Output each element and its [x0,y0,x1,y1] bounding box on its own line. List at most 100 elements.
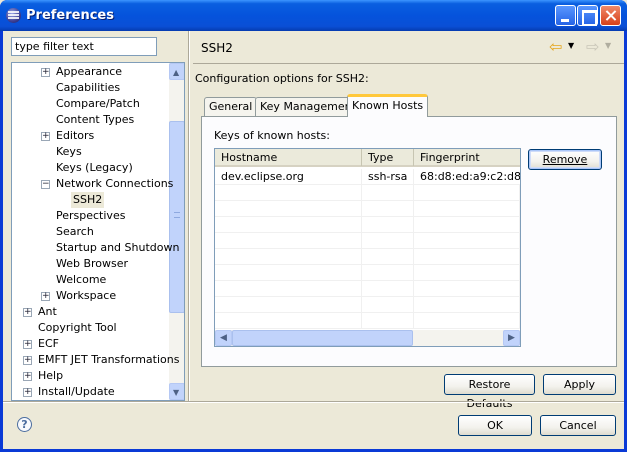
table-row[interactable]: dev.eclipse.org ssh-rsa 68:d8:ed:a9:c2:d… [215,169,520,185]
tree-expand-toggle[interactable]: − [41,180,50,189]
scroll-right-button[interactable]: ▶ [503,330,520,346]
help-icon[interactable]: ? [17,417,32,432]
table-cell-empty [414,217,520,233]
table-cell-empty [414,249,520,265]
tree-item[interactable]: EMFT JET Transformations [36,352,181,368]
tree-item[interactable]: Perspectives [54,208,127,224]
column-hostname[interactable]: Hostname [215,149,362,166]
table-cell-empty [215,313,362,329]
column-type[interactable]: Type [362,149,414,166]
table-cell-empty [215,185,362,201]
tree-item[interactable]: ECF [36,336,61,352]
chevron-right-icon: ▶ [508,333,515,343]
close-button[interactable] [600,5,621,26]
table-cell-empty [362,249,414,265]
chevron-up-icon: ▲ [173,68,180,77]
tree-item[interactable]: Welcome [54,272,108,288]
tree-item[interactable]: SSH2 [71,192,105,208]
tree-expand-toggle[interactable]: + [23,308,32,317]
tree-item[interactable]: Keys [54,144,84,160]
tree-item[interactable]: Startup and Shutdown [54,240,181,256]
preference-tree[interactable]: ▲ ▼ + Appearance Capabilities Compare/Patch… [11,62,185,401]
button-separator [3,401,624,403]
window-title: Preferences [26,8,114,23]
tree-expand-toggle[interactable]: + [23,356,32,365]
tree-item[interactable]: Content Types [54,112,136,128]
table-row-empty [215,281,520,297]
panel-sash[interactable] [189,31,190,401]
back-arrow-icon[interactable]: ⇦ [549,39,562,55]
table-header: Hostname Type Fingerprint [215,149,520,167]
horizontal-scroll-thumb[interactable] [232,330,413,346]
table-cell-empty [215,297,362,313]
tree-item[interactable]: Web Browser [54,256,130,272]
chevron-left-icon: ◀ [220,333,227,343]
tree-expand-toggle[interactable]: + [41,132,50,141]
scroll-left-button[interactable]: ◀ [215,330,232,346]
remove-button[interactable]: Remove [528,149,602,170]
grip-icon [174,212,180,218]
cancel-button[interactable]: Cancel [540,415,616,436]
tree-item[interactable]: Capabilities [54,80,122,96]
eclipse-icon [6,8,21,23]
scroll-down-button[interactable]: ▼ [169,383,184,400]
cell-type: ssh-rsa [362,169,414,185]
tab-general[interactable]: General [204,97,258,117]
tree-item[interactable]: Ant [36,304,59,320]
table-row-empty [215,249,520,265]
tree-item[interactable]: Keys (Legacy) [54,160,135,176]
remove-button-label: Remove [542,153,588,166]
tree-item[interactable]: Appearance [54,64,124,80]
table-row-empty [215,265,520,281]
tree-vertical-scrollbar[interactable]: ▲ ▼ [169,63,184,400]
table-cell-empty [414,201,520,217]
tab-known-hosts[interactable]: Known Hosts [347,94,429,117]
title-bar[interactable]: Preferences [0,0,627,31]
table-horizontal-scrollbar[interactable]: ◀ ▶ [215,330,520,346]
known-hosts-table[interactable]: Hostname Type Fingerprint dev.eclipse.or… [214,148,521,347]
table-cell-empty [414,297,520,313]
tree-item[interactable]: Copyright Tool [36,320,119,336]
table-cell-empty [215,281,362,297]
tree-expand-toggle[interactable]: + [23,388,32,397]
tree-item[interactable]: Network Connections [54,176,175,192]
tab-key-management[interactable]: Key Management [255,97,361,117]
tree-item[interactable]: Workspace [54,288,118,304]
dialog-client: ▲ ▼ + AppearanceCapabilitiesCompare/Patch… [3,31,624,449]
tree-item[interactable]: Help [36,368,65,384]
maximize-button[interactable] [577,5,598,26]
tree-expand-toggle[interactable]: + [41,68,50,77]
table-cell-empty [362,185,414,201]
filter-input[interactable] [11,37,157,56]
table-row-empty [215,313,520,329]
scroll-up-button[interactable]: ▲ [169,63,184,80]
table-cell-empty [215,201,362,217]
column-fingerprint[interactable]: Fingerprint [414,149,520,166]
tree-expand-toggle[interactable]: + [23,372,32,381]
tree-item[interactable]: Search [54,224,96,240]
table-cell-empty [362,265,414,281]
table-cell-empty [362,201,414,217]
apply-button[interactable]: Apply [543,374,616,395]
table-cell-empty [414,313,520,329]
known-hosts-panel: Keys of known hosts: Hostname Type Finge… [201,116,617,367]
table-row-empty [215,185,520,201]
cell-fingerprint: 68:d8:ed:a9:c2:d8:7 [420,170,520,183]
page-title: SSH2 [201,41,233,55]
scroll-thumb[interactable] [169,121,184,313]
table-cell-empty [215,265,362,281]
tree-item[interactable]: Compare/Patch [54,96,142,112]
page-header: SSH2 ⇦ ▼ ⇨ ▼ [193,31,624,64]
minimize-button[interactable] [555,5,576,26]
tree-expand-toggle[interactable]: + [23,340,32,349]
back-dropdown-icon[interactable]: ▼ [568,41,574,50]
table-cell-empty [362,281,414,297]
forward-dropdown-icon[interactable]: ▼ [605,41,611,50]
ok-button[interactable]: OK [458,415,532,436]
tree-item[interactable]: Editors [54,128,96,144]
preferences-window: Preferences ▲ ▼ +AppearanceCapabilitiesC… [0,0,627,452]
tree-item[interactable]: Install/Update [36,384,117,400]
restore-defaults-button[interactable]: Restore Defaults [444,374,535,410]
forward-arrow-icon[interactable]: ⇨ [586,39,599,55]
tree-expand-toggle[interactable]: + [41,292,50,301]
